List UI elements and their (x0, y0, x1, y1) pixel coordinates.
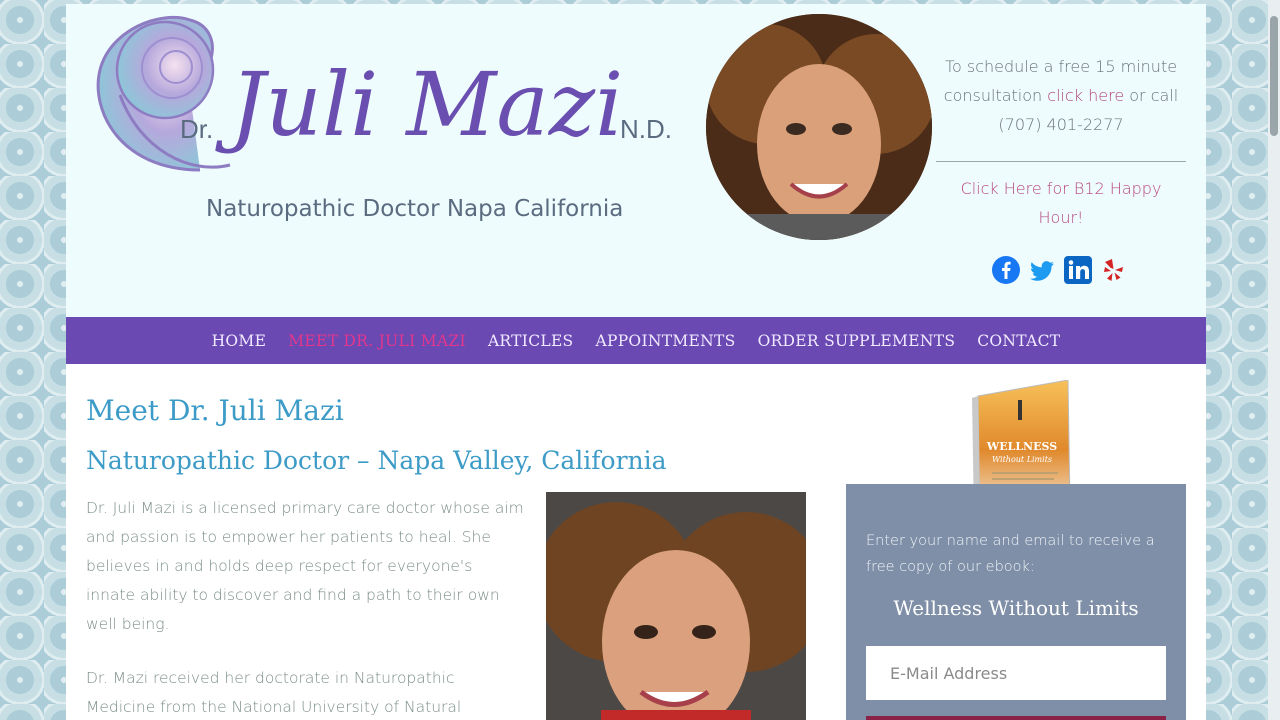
linkedin-icon[interactable] (1064, 256, 1092, 284)
schedule-click-here-link[interactable]: click here (1047, 86, 1124, 105)
education-paragraph: Dr. Mazi received her doctorate in Natur… (86, 669, 462, 716)
nav-contact[interactable]: CONTACT (977, 332, 1060, 350)
nautilus-shell-icon (96, 15, 231, 172)
site-header: Dr. Juli Mazi N.D. Naturopathic Doctor N… (66, 4, 1206, 317)
optin-title: Wellness Without Limits (893, 596, 1139, 620)
doctor-portrait-circle (706, 14, 932, 240)
yelp-icon[interactable] (1100, 256, 1128, 284)
scrollbar-thumb[interactable] (1270, 16, 1278, 136)
phone-number[interactable]: (707) 401-2277 (936, 110, 1186, 139)
facebook-icon[interactable] (992, 256, 1020, 284)
logo-name: Juli Mazi (215, 53, 623, 156)
nav-home[interactable]: HOME (212, 332, 267, 350)
ebook-subtitle: Without Limits (992, 455, 1052, 464)
twitter-icon[interactable] (1028, 256, 1056, 284)
logo-suffix: N.D. (620, 114, 672, 144)
page-scrollbar[interactable] (1268, 0, 1280, 720)
social-links (992, 256, 1128, 284)
main-content: Meet Dr. Juli Mazi Naturopathic Doctor –… (66, 364, 1206, 720)
site-logo[interactable]: Dr. Juli Mazi N.D. Naturopathic Doctor N… (80, 10, 690, 230)
nav-meet-dr-juli-mazi[interactable]: MEET DR. JULI MAZI (288, 332, 466, 350)
page-subtitle: Naturopathic Doctor – Napa Valley, Calif… (86, 446, 667, 475)
logo-prefix: Dr. (180, 114, 213, 144)
ebook-optin-box: Enter your name and email to receive a f… (846, 484, 1186, 720)
main-navigation: HOME MEET DR. JULI MAZI ARTICLES APPOINT… (66, 317, 1206, 364)
logo-tagline: Naturopathic Doctor Napa California (206, 196, 623, 222)
nav-order-supplements[interactable]: ORDER SUPPLEMENTS (758, 332, 956, 350)
page-container: Dr. Juli Mazi N.D. Naturopathic Doctor N… (66, 4, 1206, 720)
contact-divider (936, 161, 1186, 162)
nav-appointments[interactable]: APPOINTMENTS (595, 332, 735, 350)
page-title: Meet Dr. Juli Mazi (86, 394, 344, 427)
doctor-photo (546, 492, 806, 720)
ebook-title: WELLNESS (986, 440, 1057, 453)
b12-happy-hour-link[interactable]: Click Here for B12 Happy Hour! (936, 174, 1186, 232)
email-input[interactable] (866, 646, 1166, 700)
contact-line-2: consultation click here or call (943, 86, 1179, 105)
optin-submit-button[interactable] (866, 716, 1166, 720)
intro-paragraph: Dr. Juli Mazi is a licensed primary care… (86, 499, 524, 633)
optin-description: Enter your name and email to receive a f… (866, 533, 1155, 575)
contact-info: To schedule a free 15 minute consultatio… (936, 52, 1186, 232)
nav-articles[interactable]: ARTICLES (488, 332, 574, 350)
contact-line-1: To schedule a free 15 minute (944, 57, 1178, 76)
